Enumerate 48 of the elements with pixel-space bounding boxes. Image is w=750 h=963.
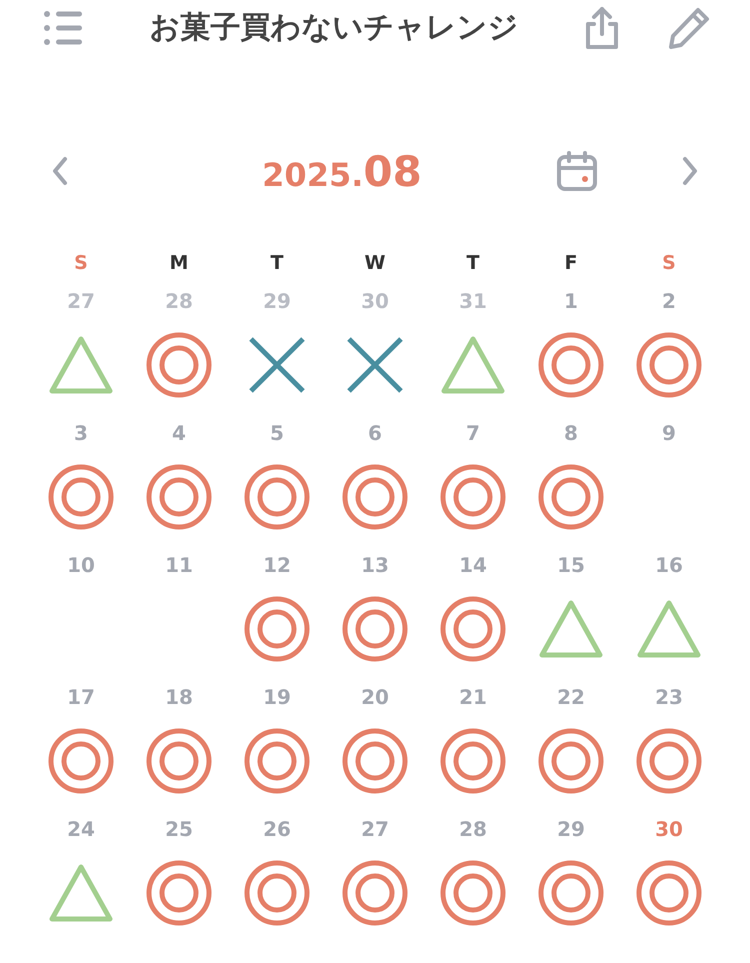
day-number[interactable]: 24 bbox=[67, 817, 95, 841]
day-number[interactable]: 16 bbox=[655, 553, 683, 577]
day-number[interactable]: 8 bbox=[564, 421, 578, 445]
day-number[interactable]: 3 bbox=[74, 421, 88, 445]
day-number[interactable]: 1 bbox=[564, 289, 578, 313]
day-number[interactable]: 4 bbox=[172, 421, 186, 445]
day-number[interactable]: 29 bbox=[263, 289, 291, 313]
day-number[interactable]: 28 bbox=[459, 817, 487, 841]
weekday-label: W bbox=[364, 252, 386, 274]
day-number[interactable]: 22 bbox=[557, 685, 585, 709]
next-month-icon[interactable] bbox=[682, 156, 698, 186]
day-number[interactable]: 29 bbox=[557, 817, 585, 841]
day-number[interactable]: 27 bbox=[361, 817, 389, 841]
day-number[interactable]: 15 bbox=[557, 553, 585, 577]
day-number[interactable]: 31 bbox=[459, 289, 487, 313]
weekday-label: S bbox=[74, 252, 88, 274]
weekday-label: T bbox=[466, 252, 480, 274]
day-number[interactable]: 2 bbox=[662, 289, 676, 313]
day-number[interactable]: 25 bbox=[165, 817, 193, 841]
day-number[interactable]: 20 bbox=[361, 685, 389, 709]
day-number[interactable]: 17 bbox=[67, 685, 95, 709]
day-number[interactable]: 11 bbox=[165, 553, 193, 577]
day-number[interactable]: 26 bbox=[263, 817, 291, 841]
day-number[interactable]: 23 bbox=[655, 685, 683, 709]
day-number[interactable]: 19 bbox=[263, 685, 291, 709]
day-number[interactable]: 7 bbox=[466, 421, 480, 445]
day-number[interactable]: 18 bbox=[165, 685, 193, 709]
day-number[interactable]: 30 bbox=[655, 817, 683, 841]
day-number[interactable]: 21 bbox=[459, 685, 487, 709]
weekday-label: S bbox=[662, 252, 676, 274]
month-title: 2025.08 bbox=[261, 146, 423, 196]
day-number[interactable]: 9 bbox=[662, 421, 676, 445]
weekday-label: F bbox=[564, 252, 578, 274]
calendar-icon[interactable] bbox=[556, 150, 598, 192]
pencil-icon[interactable] bbox=[668, 6, 710, 48]
weekday-label: M bbox=[170, 252, 188, 274]
day-number[interactable]: 5 bbox=[270, 421, 284, 445]
day-number[interactable]: 14 bbox=[459, 553, 487, 577]
day-number[interactable]: 13 bbox=[361, 553, 389, 577]
day-number[interactable]: 30 bbox=[361, 289, 389, 313]
day-number[interactable]: 28 bbox=[165, 289, 193, 313]
app-title: お菓子買わないチャレンジ bbox=[148, 9, 520, 47]
day-number[interactable]: 6 bbox=[368, 421, 382, 445]
weekday-label: T bbox=[270, 252, 284, 274]
day-number[interactable]: 12 bbox=[263, 553, 291, 577]
day-number[interactable]: 27 bbox=[67, 289, 95, 313]
previous-month-icon[interactable] bbox=[52, 156, 68, 186]
day-number[interactable]: 10 bbox=[67, 553, 95, 577]
